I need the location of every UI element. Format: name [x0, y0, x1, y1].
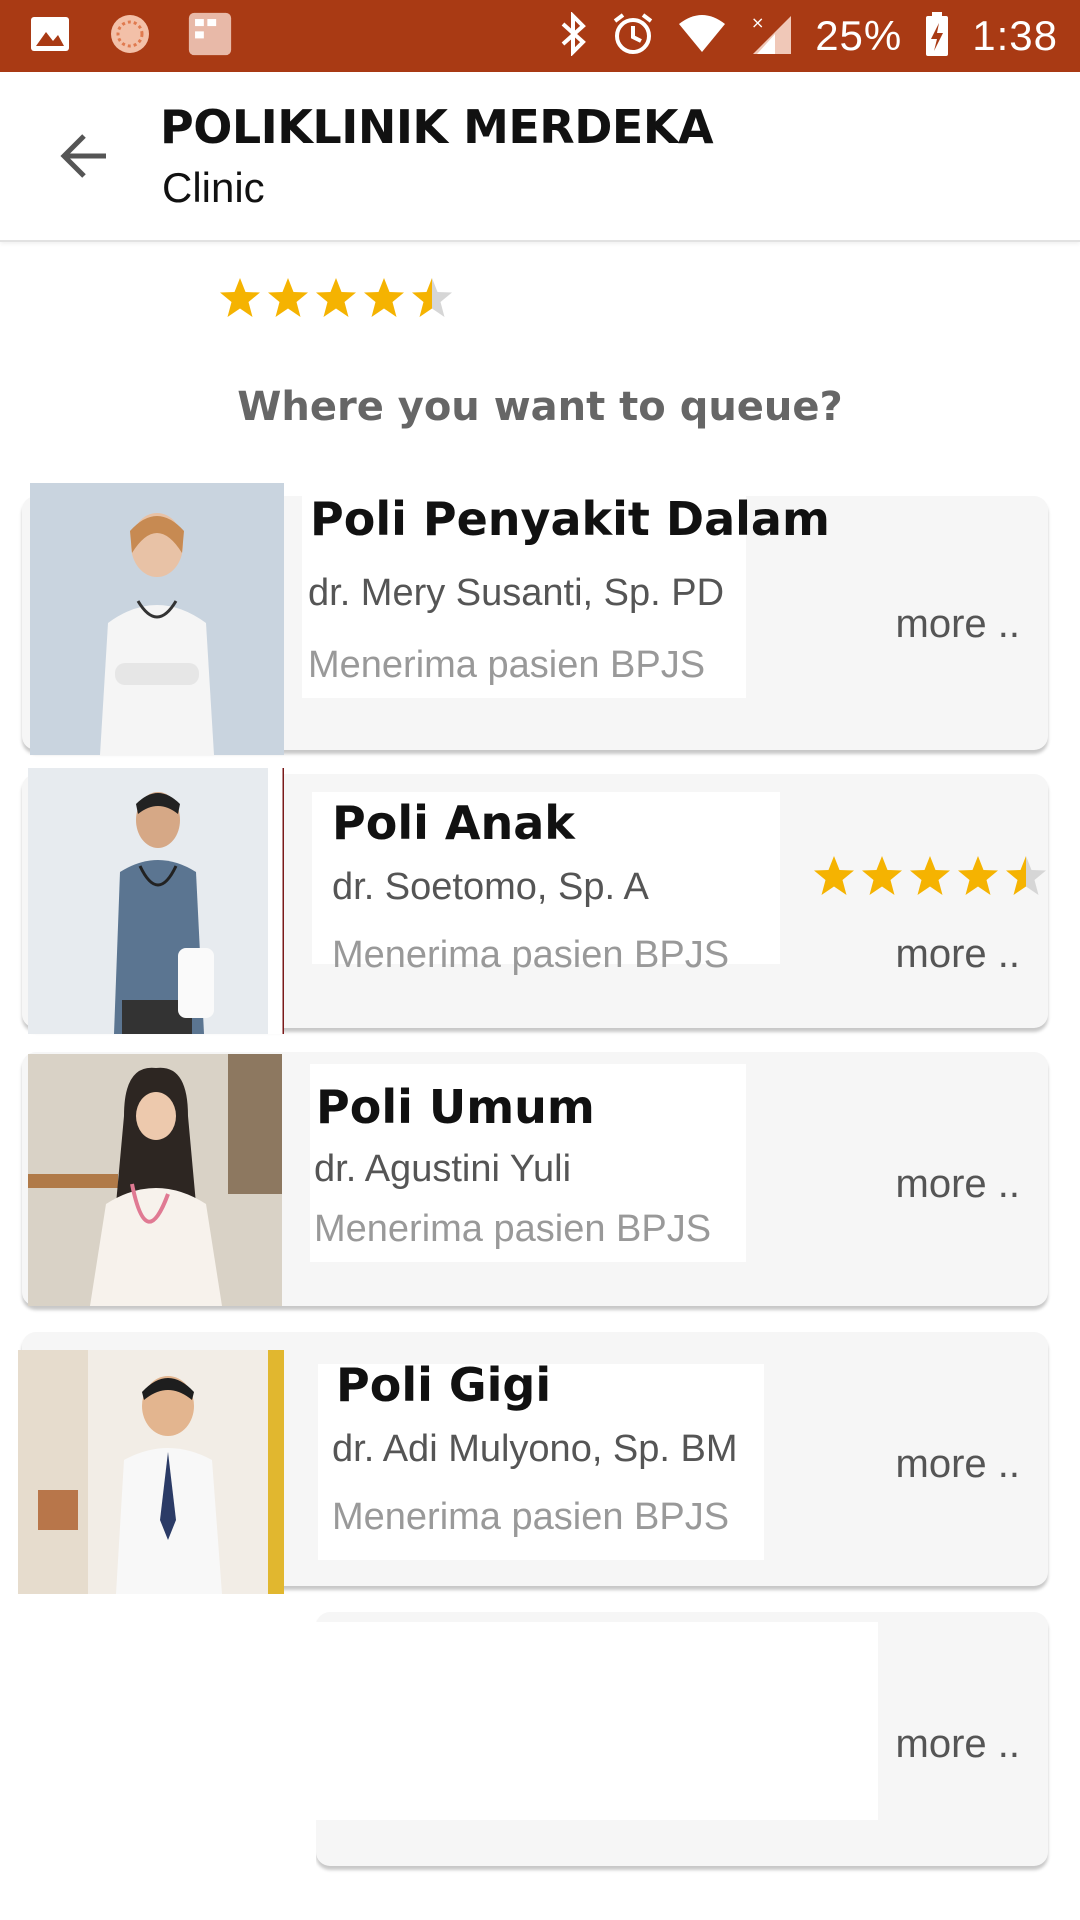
more-link[interactable]: more ..	[896, 1442, 1020, 1487]
star-icon	[268, 278, 308, 317]
status-bar: × 25% 1:38	[0, 0, 1080, 72]
star-icon	[412, 278, 452, 317]
more-link[interactable]: more ..	[896, 602, 1020, 647]
clinic-card-umum[interactable]: Poli Umum dr. Agustini Yuli Menerima pas…	[22, 1052, 1048, 1306]
battery-charging-icon	[924, 11, 950, 62]
app-grid-icon	[188, 12, 232, 56]
doctor-photo	[30, 483, 284, 755]
sun-icon	[108, 12, 152, 56]
clinic-rating	[218, 276, 454, 320]
clinic-name: Poli Penyakit Dalam	[310, 492, 830, 546]
more-link[interactable]: more ..	[896, 1722, 1020, 1767]
svg-text:×: ×	[751, 13, 764, 32]
star-icon	[910, 856, 950, 895]
app-bar: POLIKLINIK MERDEKA Clinic	[0, 72, 1080, 242]
doctor-photo	[28, 1054, 282, 1306]
clinic-name: Poli Anak	[332, 796, 575, 850]
image-icon	[28, 12, 72, 56]
clinic-card-penyakit-dalam[interactable]: Poli Penyakit Dalam dr. Mery Susanti, Sp…	[22, 483, 1048, 755]
more-link[interactable]: more ..	[896, 1162, 1020, 1207]
star-icon	[220, 278, 260, 317]
doctor-photo	[28, 768, 284, 1034]
star-icon	[958, 856, 998, 895]
signal-icon: ×	[749, 12, 793, 61]
doctor-name: dr. Soetomo, Sp. A	[332, 866, 649, 908]
doctor-name: dr. Agustini Yuli	[314, 1148, 572, 1190]
bpjs-note: Menerima pasien BPJS	[314, 1208, 712, 1250]
page-subtitle: Clinic	[162, 164, 265, 211]
star-icon	[1006, 856, 1046, 895]
page-title: POLIKLINIK MERDEKA	[160, 100, 714, 154]
clinic-name: Poli Umum	[316, 1080, 595, 1134]
doctor-name: dr. Adi Mulyono, Sp. BM	[332, 1428, 738, 1470]
card-text-panel	[316, 1622, 878, 1820]
doctor-name: dr. Mery Susanti, Sp. PD	[308, 572, 725, 614]
star-icon	[814, 856, 854, 895]
clock: 1:38	[972, 12, 1058, 59]
arrow-left-icon	[60, 134, 106, 178]
star-icon	[862, 856, 902, 895]
bpjs-note: Menerima pasien BPJS	[308, 644, 706, 686]
doctor-photo	[18, 1350, 284, 1594]
clinic-card-rating	[812, 854, 1048, 898]
bpjs-note: Menerima pasien BPJS	[332, 1496, 730, 1538]
bpjs-note: Menerima pasien BPJS	[332, 934, 730, 976]
back-button[interactable]	[52, 124, 116, 188]
clinic-card-5[interactable]: more ..	[316, 1612, 1048, 1866]
photo-placeholder	[22, 1612, 316, 1912]
clinic-name: Poli Gigi	[336, 1358, 552, 1412]
clinic-card-gigi[interactable]: Poli Gigi dr. Adi Mulyono, Sp. BM Meneri…	[18, 1332, 1048, 1594]
wifi-icon	[677, 14, 727, 59]
queue-prompt: Where you want to queue?	[237, 384, 843, 430]
alarm-icon	[611, 12, 655, 61]
star-icon	[316, 278, 356, 317]
battery-percent: 25%	[815, 12, 903, 59]
star-icon	[364, 278, 404, 317]
more-link[interactable]: more ..	[896, 932, 1020, 977]
clinic-card-anak[interactable]: Poli Anak dr. Soetomo, Sp. A Menerima pa…	[22, 768, 1048, 1034]
bluetooth-icon	[559, 10, 589, 61]
